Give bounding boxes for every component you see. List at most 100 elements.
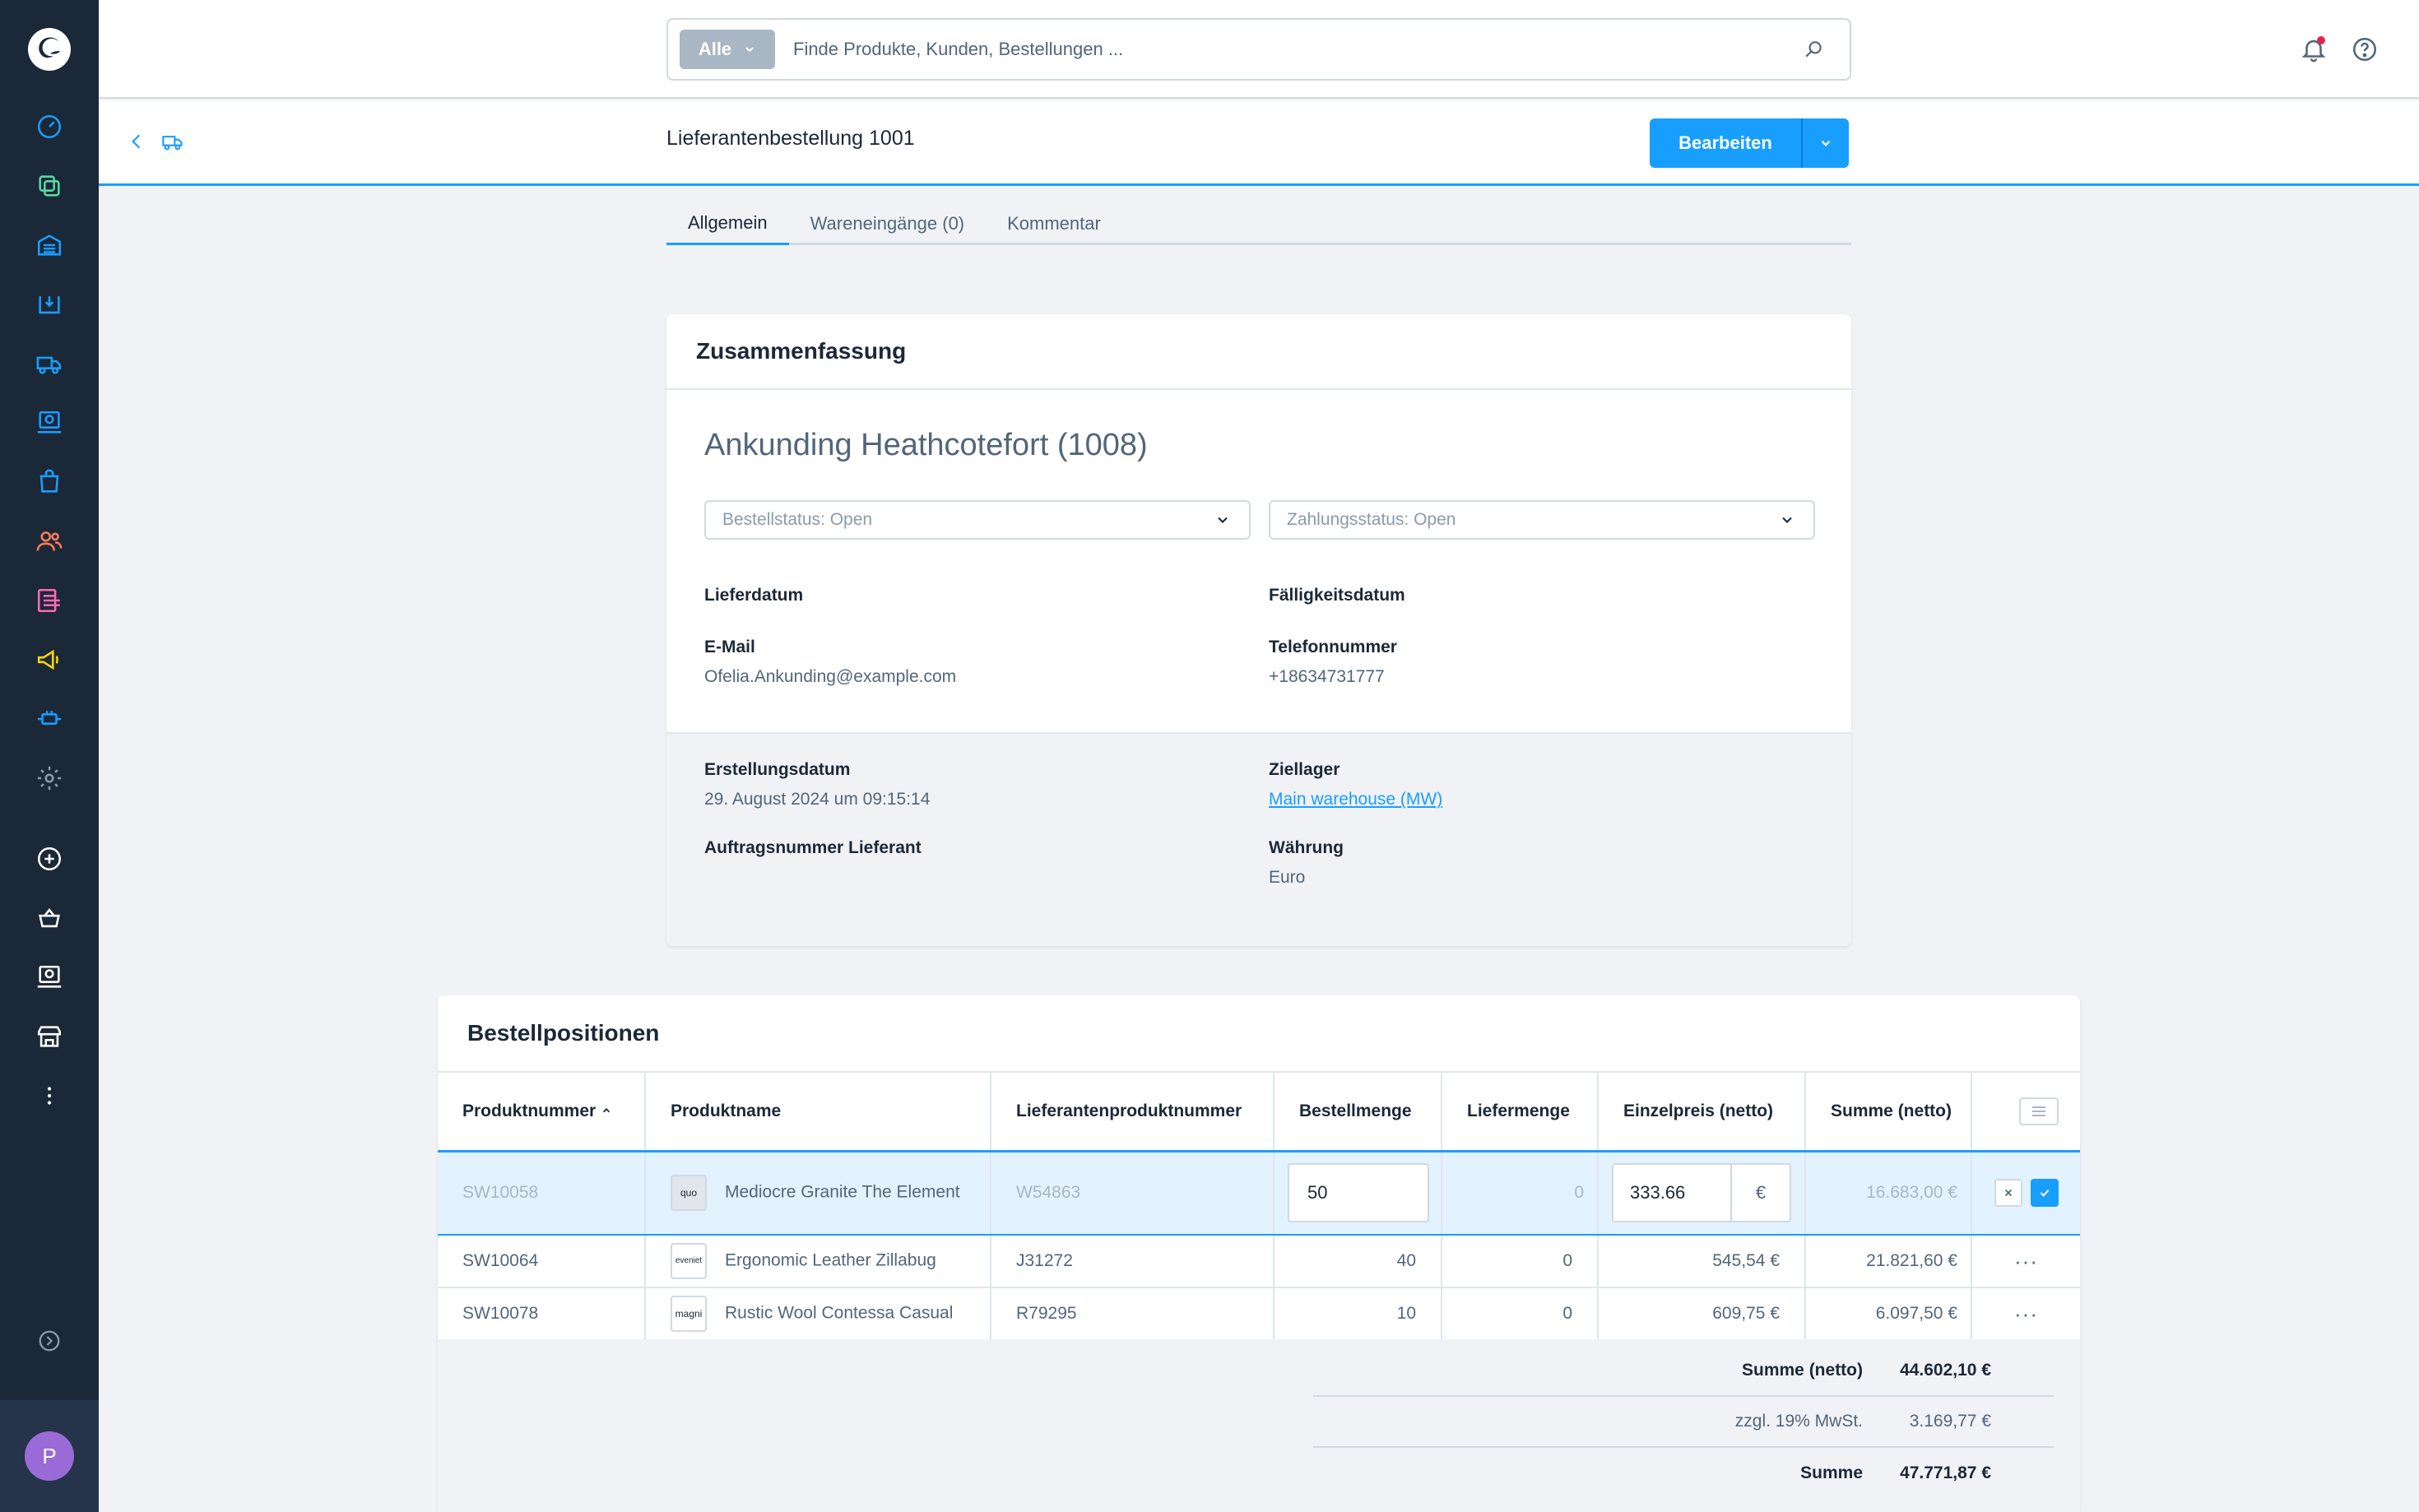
total-gross-line: Summe 47.771,87 €	[1313, 1448, 2054, 1499]
search-input[interactable]	[775, 39, 1802, 60]
user-area[interactable]: P	[0, 1400, 99, 1512]
nav-orders-icon[interactable]	[0, 452, 99, 512]
main-nav	[0, 97, 99, 1125]
column-header-delivered-quantity[interactable]: Liefermenge	[1442, 1071, 1599, 1152]
tab-general[interactable]: Allgemein	[666, 202, 789, 245]
cell-delivered-quantity: 0	[1442, 1151, 1599, 1236]
nav-customers-icon[interactable]	[0, 512, 99, 571]
back-arrow-icon[interactable]	[120, 125, 153, 158]
column-header-product-number[interactable]: Produktnummer	[438, 1071, 646, 1152]
cell-order-quantity: 10	[1274, 1287, 1442, 1341]
edit-button-group: Bearbeiten	[1650, 118, 1849, 168]
unit-price-input[interactable]	[1613, 1165, 1732, 1222]
table-row-editing[interactable]: SW10058 quo Mediocre Granite The Element …	[438, 1151, 2080, 1236]
nav-settings-icon[interactable]	[0, 749, 99, 808]
product-name-text: Rustic Wool Contessa Casual	[725, 1303, 954, 1323]
table-row[interactable]: SW10078 magni Rustic Wool Contessa Casual…	[438, 1287, 2080, 1341]
payment-status-select[interactable]: Zahlungsstatus: Open	[1269, 500, 1815, 540]
order-status-select[interactable]: Bestellstatus: Open	[704, 500, 1251, 540]
cell-supplier-product-number: R79295	[991, 1287, 1275, 1341]
nav-shop-icon[interactable]	[0, 1007, 99, 1066]
delivery-date-label: Lieferdatum	[704, 586, 804, 605]
table-row[interactable]: SW10064 eveniet Ergonomic Leather Zillabu…	[438, 1235, 2080, 1288]
cell-sum: 21.821,60 €	[1805, 1235, 1972, 1288]
shopware-logo-icon[interactable]	[25, 25, 74, 74]
vat-label: zzgl. 19% MwSt.	[1734, 1412, 1863, 1431]
supplier-order-number-label: Auftragsnummer Lieferant	[704, 838, 922, 857]
tab-comment[interactable]: Kommentar	[986, 202, 1122, 245]
target-warehouse-link[interactable]: Main warehouse (MW)	[1269, 790, 1442, 809]
product-name-text: Mediocre Granite The Element	[725, 1182, 960, 1202]
collapse-sidebar-icon[interactable]	[0, 1311, 99, 1371]
summary-footer: Erstellungsdatum 29. August 2024 um 09:1…	[666, 732, 1851, 946]
nav-pos-channel-icon[interactable]	[0, 948, 99, 1007]
nav-extensions-icon[interactable]	[0, 689, 99, 749]
edit-dropdown-button[interactable]	[1801, 118, 1849, 168]
column-header-supplier-product-number[interactable]: Lieferantenproduktnummer	[991, 1071, 1275, 1152]
search-type-select[interactable]: Alle	[680, 30, 775, 69]
cancel-inline-edit-button[interactable]	[1994, 1179, 2022, 1208]
table-header-row: Produktnummer Produktname Lieferantenpro…	[438, 1071, 2080, 1152]
cell-unit-price: 545,54 €	[1598, 1235, 1806, 1288]
nav-pos-icon[interactable]	[0, 393, 99, 452]
column-header-unit-price[interactable]: Einzelpreis (netto)	[1598, 1071, 1806, 1152]
due-date-label: Fälligkeitsdatum	[1269, 586, 1405, 605]
cell-product-number: SW10064	[438, 1235, 646, 1288]
total-net-label: Summe (netto)	[1742, 1361, 1863, 1380]
edit-button[interactable]: Bearbeiten	[1650, 118, 1801, 168]
avatar[interactable]: P	[25, 1431, 74, 1481]
payment-status-value: Zahlungsstatus: Open	[1287, 510, 1456, 529]
currency-label: Währung	[1269, 838, 1344, 857]
created-label: Erstellungsdatum	[704, 760, 851, 779]
search-icon[interactable]	[1802, 37, 1827, 62]
help-icon[interactable]	[2348, 33, 2381, 66]
chevron-down-icon	[1218, 517, 1228, 523]
email-label: E-Mail	[704, 638, 755, 656]
cell-unit-price: 609,75 €	[1598, 1287, 1806, 1341]
cell-row-actions	[1971, 1151, 2080, 1236]
order-status-value: Bestellstatus: Open	[722, 510, 873, 529]
vat-line: zzgl. 19% MwSt. 3.169,77 €	[1313, 1397, 2054, 1448]
tab-goods-receipts[interactable]: Wareneingänge (0)	[789, 202, 987, 245]
summary-card: Zusammenfassung Ankunding Heathcotefort …	[666, 314, 1851, 946]
cell-product-name: quo Mediocre Granite The Element	[645, 1151, 991, 1236]
nav-warehouse-icon[interactable]	[0, 216, 99, 275]
cell-supplier-product-number: J31272	[991, 1235, 1275, 1288]
nav-storefront-icon[interactable]	[0, 888, 99, 948]
nav-supplier-order-icon[interactable]	[0, 334, 99, 393]
chevron-down-icon	[1782, 517, 1792, 523]
column-header-order-quantity[interactable]: Bestellmenge	[1274, 1071, 1442, 1152]
row-context-menu-icon[interactable]: ···	[1971, 1235, 2080, 1288]
nav-dashboard-icon[interactable]	[0, 97, 99, 156]
cell-unit-price: €	[1598, 1151, 1806, 1236]
nav-goods-receipt-icon[interactable]	[0, 275, 99, 334]
cell-product-name: eveniet Ergonomic Leather Zillabug	[645, 1235, 991, 1288]
unit-price-field: €	[1612, 1163, 1791, 1223]
cell-sum: 6.097,50 €	[1805, 1287, 1972, 1341]
sort-ascending-icon	[602, 1107, 611, 1113]
order-quantity-input[interactable]	[1288, 1163, 1429, 1223]
sidebar: P	[0, 0, 99, 1512]
total-gross-label: Summe	[1800, 1463, 1863, 1482]
totals-section: Summe (netto) 44.602,10 € zzgl. 19% MwSt…	[438, 1339, 2080, 1512]
column-settings-icon[interactable]	[2018, 1097, 2059, 1125]
row-context-menu-icon[interactable]: ···	[1971, 1287, 2080, 1341]
smart-bar: Lieferantenbestellung 1001 Bearbeiten	[99, 100, 2419, 186]
positions-title: Bestellpositionen	[467, 1020, 660, 1046]
nav-marketing-icon[interactable]	[0, 630, 99, 689]
cell-delivered-quantity: 0	[1442, 1235, 1599, 1288]
column-header-sum[interactable]: Summe (netto)	[1805, 1071, 1972, 1152]
cell-order-quantity: 40	[1274, 1235, 1442, 1288]
notification-bell-icon[interactable]	[2297, 33, 2330, 66]
save-inline-edit-button[interactable]	[2030, 1179, 2059, 1208]
total-net-line: Summe (netto) 44.602,10 €	[1313, 1346, 2054, 1397]
chevron-down-icon	[745, 47, 754, 53]
nav-catalog-icon[interactable]	[0, 156, 99, 216]
cell-sum: 16.683,00 €	[1805, 1151, 1972, 1236]
nav-more-icon[interactable]	[0, 1066, 99, 1125]
nav-content-icon[interactable]	[0, 571, 99, 630]
column-header-product-name[interactable]: Produktname	[645, 1071, 991, 1152]
search-type-label: Alle	[698, 39, 732, 59]
nav-add-sales-channel-icon[interactable]	[0, 829, 99, 888]
global-search: Alle	[666, 18, 1851, 81]
